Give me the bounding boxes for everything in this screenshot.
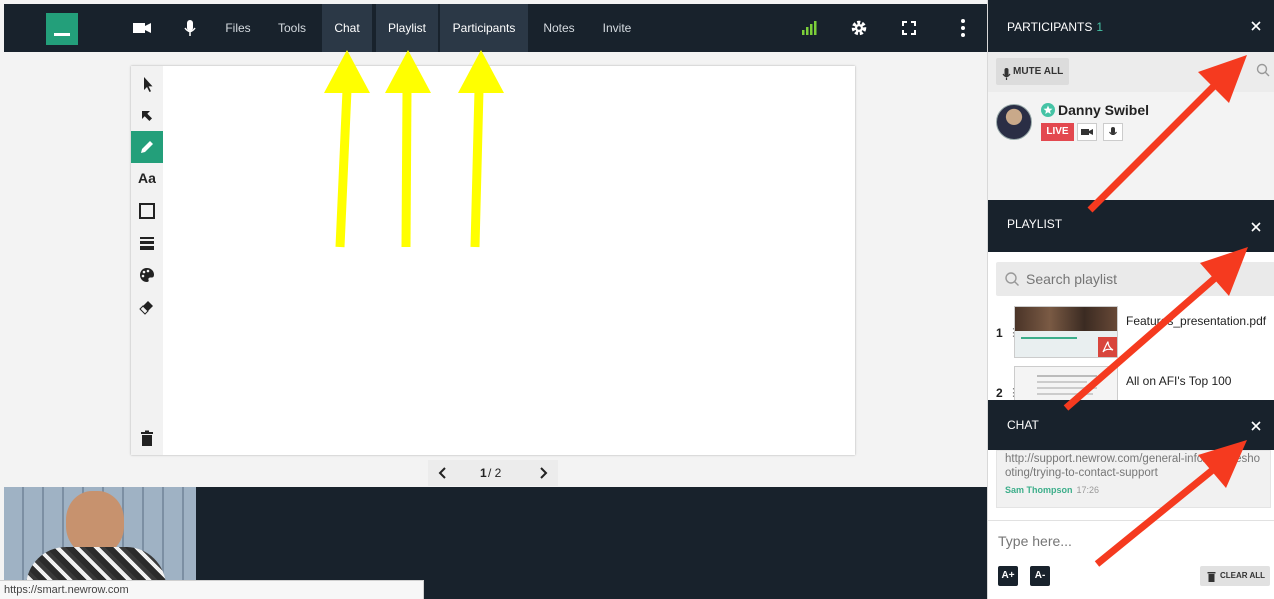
thumbnail-line bbox=[1037, 375, 1097, 377]
chat-header: CHAT bbox=[988, 400, 1274, 450]
trash-icon bbox=[1207, 570, 1216, 590]
more-icon[interactable] bbox=[951, 16, 975, 40]
menu-chat[interactable]: Chat bbox=[322, 4, 372, 52]
trash-icon[interactable] bbox=[131, 423, 163, 455]
playlist-search-input[interactable] bbox=[1026, 262, 1266, 296]
avatar[interactable] bbox=[996, 104, 1032, 140]
participants-header: PARTICIPANTS 1 bbox=[988, 0, 1274, 52]
mic-icon bbox=[1002, 65, 1011, 92]
text-icon[interactable]: Aa bbox=[131, 163, 163, 195]
pencil-icon[interactable] bbox=[131, 131, 163, 163]
menu-notes[interactable]: Notes bbox=[536, 4, 582, 52]
close-playlist-icon[interactable] bbox=[1249, 220, 1263, 234]
playlist-item[interactable]: 1 ⋮ Features_presentation.pdf bbox=[988, 306, 1274, 364]
participant-camera-icon[interactable] bbox=[1077, 123, 1097, 141]
playlist-item-number: 1 bbox=[996, 326, 1003, 340]
mute-all-label: MUTE ALL bbox=[1013, 66, 1064, 77]
playlist-thumbnail bbox=[1014, 366, 1118, 400]
prev-page-icon[interactable] bbox=[436, 465, 450, 481]
close-participants-icon[interactable] bbox=[1249, 19, 1263, 33]
participant-mic-icon[interactable] bbox=[1103, 123, 1123, 141]
participant-video[interactable] bbox=[4, 487, 196, 582]
playlist-search bbox=[996, 262, 1274, 296]
menu-invite[interactable]: Invite bbox=[594, 4, 640, 52]
playlist-title: PLAYLIST bbox=[1007, 217, 1063, 231]
menu-tools[interactable]: Tools bbox=[268, 4, 316, 52]
palette-icon[interactable] bbox=[131, 259, 163, 291]
chat-message-meta: Sam Thompson 17:26 bbox=[1005, 485, 1099, 495]
menu-participants[interactable]: Participants bbox=[440, 4, 528, 52]
app-window: Files Tools Chat Playlist Participants N… bbox=[0, 0, 1274, 599]
rectangle-icon[interactable] bbox=[131, 195, 163, 227]
text-tool-label: Aa bbox=[138, 170, 156, 186]
whiteboard-toolbar: Aa bbox=[131, 66, 163, 455]
participants-count: 1 bbox=[1096, 20, 1104, 34]
thumbnail-line bbox=[1021, 337, 1077, 339]
top-toolbar: Files Tools Chat Playlist Participants N… bbox=[4, 4, 987, 52]
live-badge: LIVE bbox=[1041, 123, 1074, 141]
menu-playlist[interactable]: Playlist bbox=[376, 4, 438, 52]
clear-all-button[interactable]: CLEAR ALL bbox=[1200, 566, 1270, 586]
pdf-icon bbox=[1098, 337, 1117, 357]
whiteboard-canvas[interactable]: Aa bbox=[131, 66, 855, 455]
playlist-thumbnail bbox=[1014, 306, 1118, 358]
search-participants-icon[interactable] bbox=[1256, 63, 1270, 82]
playlist-item-name: All on AFI's Top 100 bbox=[1126, 374, 1232, 388]
video-shirt bbox=[26, 547, 166, 582]
thumbnail-line bbox=[1037, 393, 1093, 395]
thumbnail-photo bbox=[1015, 307, 1117, 331]
close-chat-icon[interactable] bbox=[1249, 419, 1263, 433]
participants-title-text: PARTICIPANTS bbox=[1007, 20, 1093, 34]
playlist-header: PLAYLIST bbox=[988, 200, 1274, 252]
select-icon[interactable] bbox=[131, 100, 163, 132]
video-face bbox=[66, 491, 124, 555]
line-width-icon[interactable] bbox=[131, 227, 163, 259]
fullscreen-icon[interactable] bbox=[897, 16, 921, 40]
page-current: 1 bbox=[480, 466, 487, 480]
playlist-item-number: 2 bbox=[996, 386, 1003, 400]
chat-input[interactable] bbox=[988, 520, 1274, 560]
chat-message: http://support.newrow.com/general-info/t… bbox=[996, 450, 1271, 508]
browser-status-bar: https://smart.newrow.com bbox=[0, 580, 424, 599]
chat-message-author: Sam Thompson bbox=[1005, 485, 1073, 495]
logo[interactable] bbox=[46, 13, 78, 45]
gear-icon[interactable] bbox=[847, 16, 871, 40]
chat-section: http://support.newrow.com/general-info/t… bbox=[988, 450, 1274, 599]
right-panel: PARTICIPANTS 1 MUTE ALL Danny Swibel LIVE bbox=[987, 0, 1274, 599]
chat-message-time: 17:26 bbox=[1076, 485, 1100, 495]
playlist-item[interactable]: 2 ⋮ All on AFI's Top 100 bbox=[988, 366, 1274, 400]
page-navigator: 1 / 2 bbox=[428, 460, 558, 486]
menu-files[interactable]: Files bbox=[216, 4, 260, 52]
mic-icon[interactable] bbox=[178, 16, 202, 40]
pointer-icon[interactable] bbox=[131, 68, 163, 100]
participants-title: PARTICIPANTS 1 bbox=[1007, 20, 1103, 34]
clear-all-label: CLEAR ALL bbox=[1220, 571, 1266, 580]
moderator-star-icon bbox=[1041, 103, 1055, 117]
thumbnail-line bbox=[1037, 381, 1087, 383]
eraser-icon[interactable] bbox=[131, 291, 163, 323]
participant-name: Danny Swibel bbox=[1058, 102, 1150, 118]
thumbnail-line bbox=[1037, 387, 1097, 389]
signal-icon[interactable] bbox=[797, 16, 821, 40]
font-increase-button[interactable]: A+ bbox=[998, 566, 1018, 586]
mute-all-button[interactable]: MUTE ALL bbox=[996, 58, 1069, 85]
participant-list: Danny Swibel LIVE bbox=[988, 92, 1274, 200]
font-decrease-button[interactable]: A- bbox=[1030, 566, 1050, 586]
playlist-item-name: Features_presentation.pdf bbox=[1126, 314, 1267, 328]
search-icon bbox=[1004, 271, 1020, 292]
page-total: / 2 bbox=[488, 466, 502, 480]
playlist-section: 1 ⋮ Features_presentation.pdf 2 ⋮ bbox=[988, 252, 1274, 400]
next-page-icon[interactable] bbox=[536, 465, 550, 481]
camera-icon[interactable] bbox=[130, 16, 154, 40]
chat-message-text[interactable]: http://support.newrow.com/general-info/t… bbox=[1005, 452, 1262, 480]
chat-title: CHAT bbox=[1007, 418, 1039, 432]
